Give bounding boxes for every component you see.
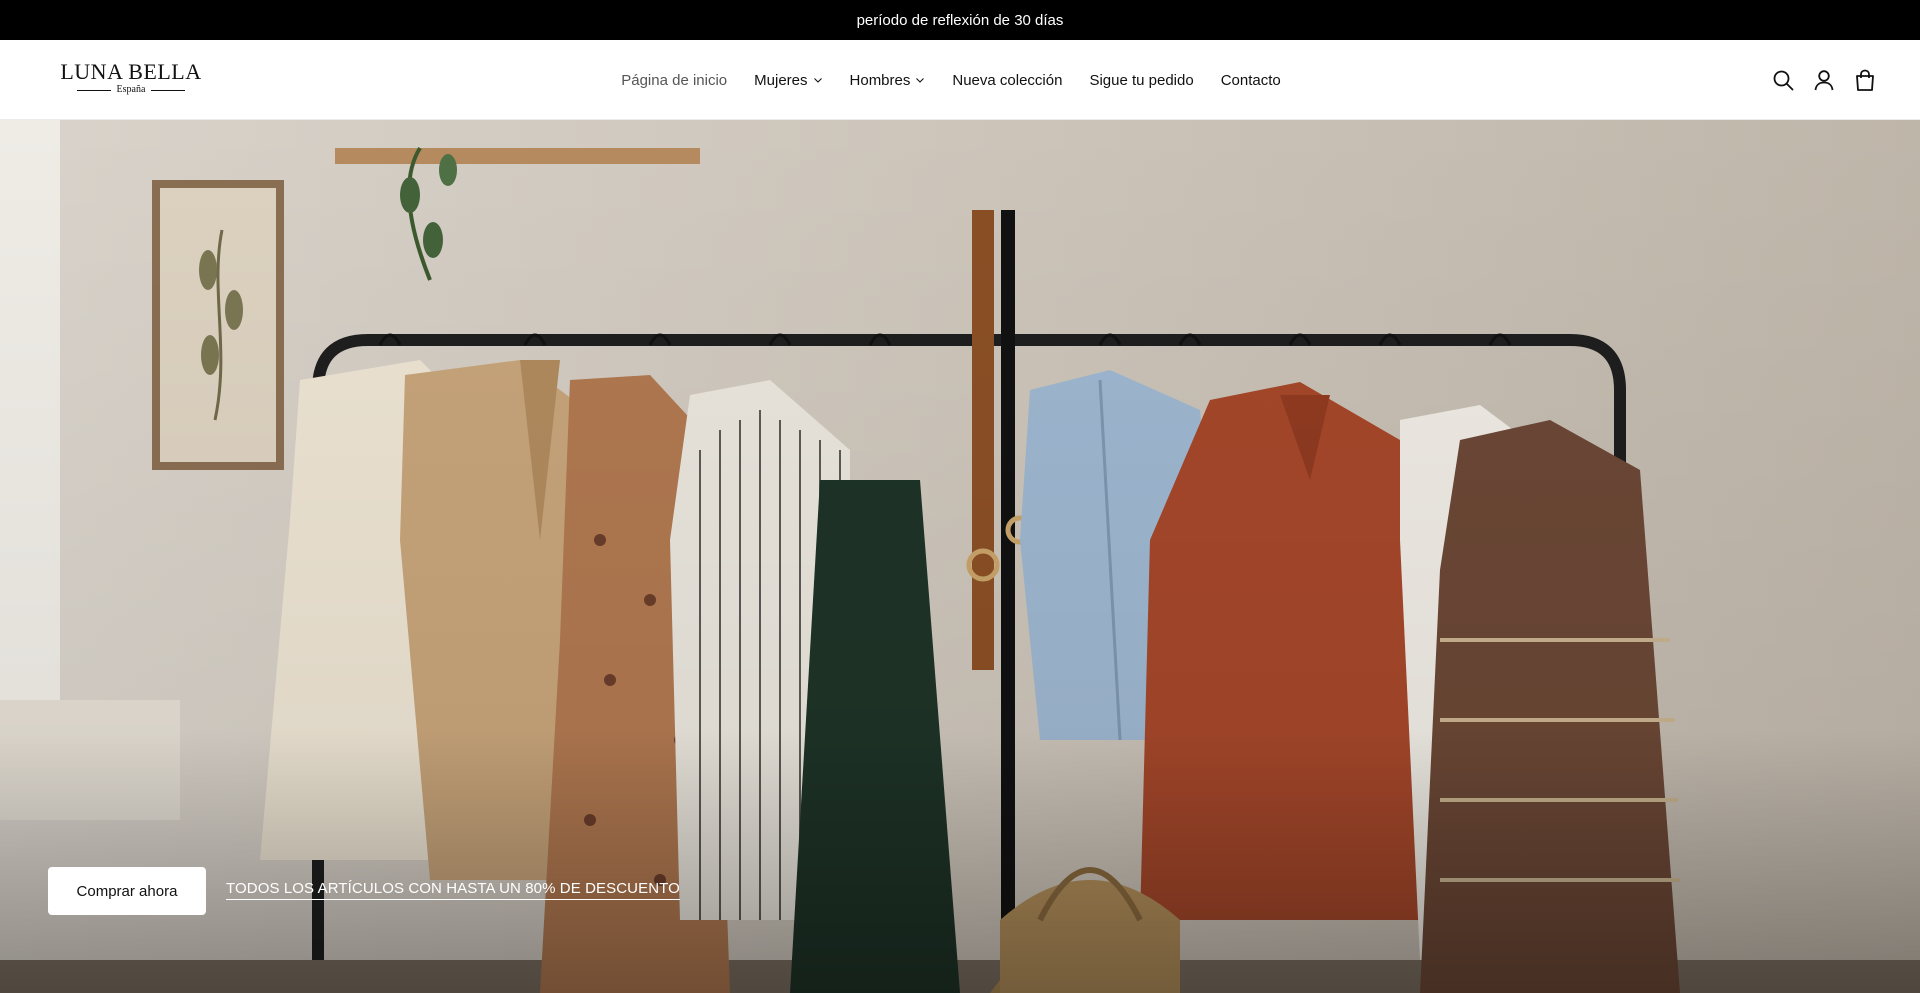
nav-item-women[interactable]: Mujeres (754, 72, 822, 89)
chevron-down-icon (813, 78, 822, 83)
nav-item-track-order[interactable]: Sigue tu pedido (1089, 72, 1193, 89)
brand-subtitle: España (116, 84, 146, 95)
account-icon[interactable] (1813, 64, 1835, 96)
logo-rule-left (76, 89, 111, 91)
brand-name: LUNA BELLA (60, 59, 202, 84)
hero-banner: Comprar ahora TODOS LOS ARTÍCULOS CON HA… (0, 120, 1920, 993)
hero-image (0, 120, 1920, 993)
main-nav-list: Página de inicio Mujeres Hombres Nueva c… (621, 72, 1281, 89)
promo-link[interactable]: TODOS LOS ARTÍCULOS CON HASTA UN 80% DE … (226, 880, 680, 900)
brand-subtitle-row: España (58, 84, 204, 96)
shop-now-button[interactable]: Comprar ahora (48, 867, 206, 915)
announcement-text: período de reflexión de 30 días (856, 11, 1064, 29)
nav-item-label: Mujeres (754, 71, 808, 89)
site-header: LUNA BELLA España Página de inicio Mujer… (0, 40, 1920, 120)
nav-item-label: Página de inicio (621, 71, 728, 89)
nav-item-label: Hombres (849, 71, 911, 89)
nav-item-men[interactable]: Hombres (850, 72, 926, 89)
brand-logo[interactable]: LUNA BELLA España (58, 60, 204, 100)
chevron-down-icon (916, 78, 925, 83)
logo-rule-right (151, 89, 186, 91)
main-nav: Página de inicio Mujeres Hombres Nueva c… (0, 40, 1920, 120)
announcement-bar: período de reflexión de 30 días (0, 0, 1920, 40)
nav-item-label: Contacto (1220, 71, 1281, 89)
nav-item-label: Nueva colección (952, 71, 1063, 89)
cart-icon[interactable] (1854, 64, 1876, 96)
nav-item-new-collection[interactable]: Nueva colección (952, 72, 1062, 89)
nav-item-contact[interactable]: Contacto (1221, 72, 1281, 89)
nav-item-home[interactable]: Página de inicio (621, 72, 727, 89)
nav-item-label: Sigue tu pedido (1089, 71, 1194, 89)
header-icons (1772, 64, 1876, 96)
search-icon[interactable] (1772, 64, 1794, 96)
